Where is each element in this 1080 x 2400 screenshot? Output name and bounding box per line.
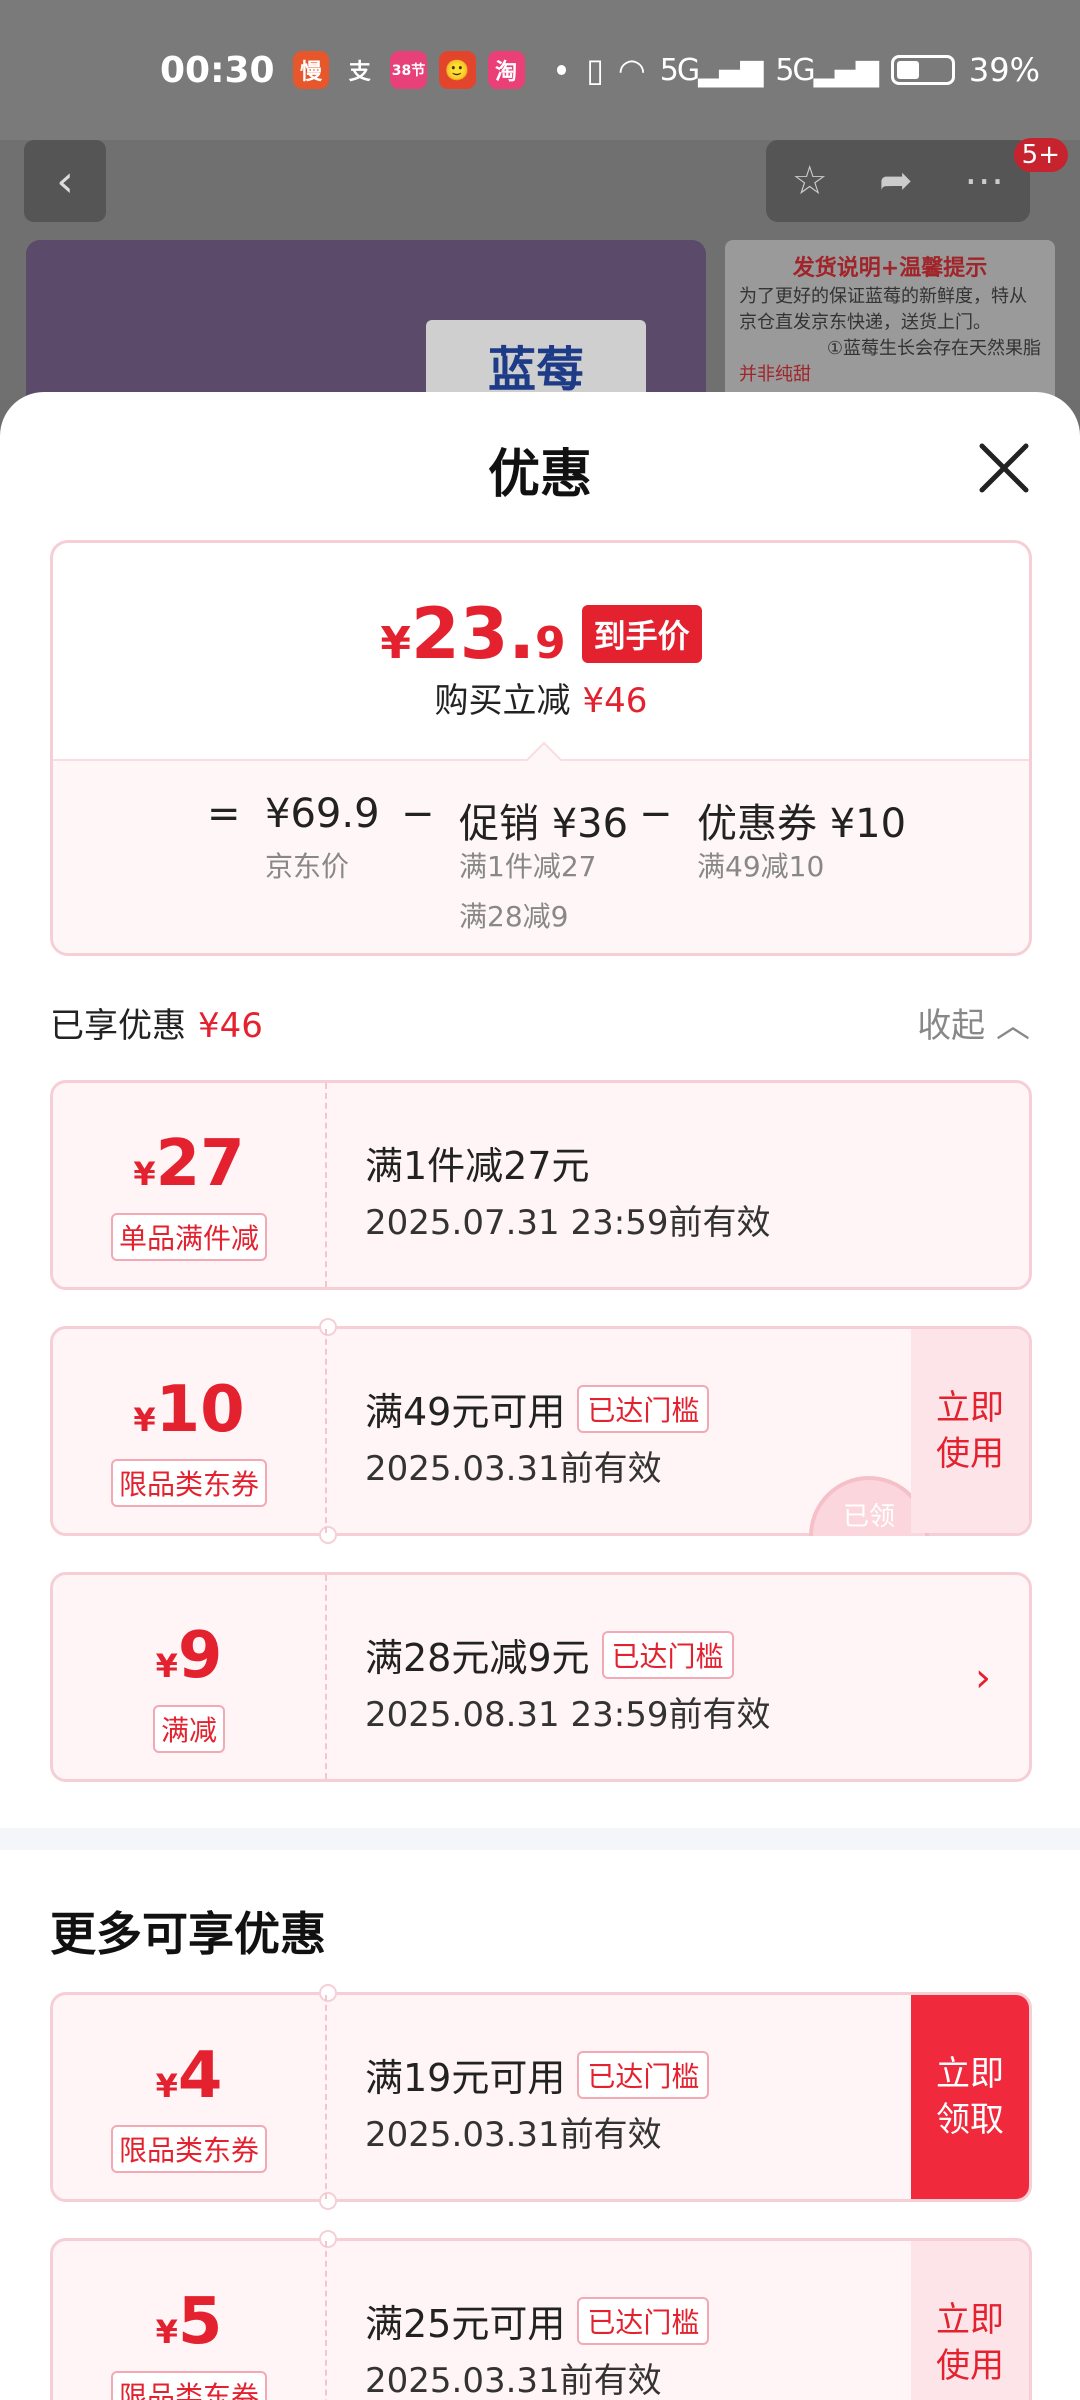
coupon-value: ¥27 — [133, 1127, 245, 1201]
equals-sign: = — [207, 791, 241, 837]
coupon-value: ¥4 — [155, 2039, 223, 2113]
battery-icon — [890, 55, 955, 85]
coupon-value: ¥5 — [155, 2285, 223, 2359]
coupon-type: 单品满件减 — [110, 1213, 268, 1261]
coupon-card[interactable]: ¥9 满减 满28元减9元 已达门槛 2025.08.31 23:59前有效 › — [50, 1572, 1032, 1782]
signal-icon-2: 5G▂▄▆ — [775, 52, 879, 88]
coupon-card: ¥4 限品类东券 满19元可用 已达门槛 2025.03.31前有效 立即 领取 — [50, 1984, 1032, 2210]
chevron-left-icon: ‹ — [56, 155, 74, 207]
wifi-icon: ◠ — [617, 51, 646, 89]
promo-amount: 促销 ¥36 — [459, 801, 629, 847]
coupon-type: 限品类东券 — [110, 2125, 268, 2173]
coupon-type: 满减 — [152, 1705, 226, 1753]
jd-price: ¥69.9 — [265, 791, 380, 837]
more-notifications-icon — [556, 65, 567, 75]
banner-text: 为了更好的保证蓝莓的新鲜度，特从京仓直发京东快递，送货上门。 — [739, 286, 1027, 333]
coupon-type: 限品类东券 — [110, 2371, 268, 2400]
coupon-rule: 满19元可用 已达门槛 — [365, 2047, 710, 2102]
jd-price-label: 京东价 — [265, 850, 350, 883]
coupon-card: ¥10 限品类东券 满49元可用 已达门槛 2025.03.31前有效 已领 立即… — [50, 1318, 1032, 1544]
coupon-rule: 满49减10 — [697, 850, 825, 883]
signal-icon: 5G▂▄▆ — [659, 52, 764, 88]
coupon-value: ¥9 — [155, 1619, 223, 1693]
page-actions: ☆ ➦ ⋯ — [766, 140, 1030, 222]
banner-note: ①蓝莓生长会存在天然果脂 — [826, 338, 1041, 359]
more-icon[interactable]: ⋯ — [964, 158, 1004, 204]
coupon-value: ¥10 — [133, 1373, 245, 1447]
back-button[interactable]: ‹ — [24, 140, 106, 222]
use-now-button[interactable]: 立即 使用 — [911, 2241, 1029, 2400]
collapse-button[interactable]: 收起 ︿ — [917, 998, 1030, 1047]
coupon-type: 限品类东券 — [110, 1459, 268, 1507]
coupon-expiry: 2025.08.31 23:59前有效 — [365, 1695, 771, 1735]
minus-sign: − — [401, 791, 435, 837]
close-button[interactable] — [974, 438, 1034, 498]
final-price-tag: 到手价 — [581, 605, 702, 663]
use-now-button[interactable]: 立即 使用 — [911, 1329, 1029, 1533]
taobao-icon: 淘 — [487, 51, 525, 89]
coupon-rule: 满28元减9元 已达门槛 — [365, 1627, 734, 1682]
share-icon[interactable]: ➦ — [879, 158, 913, 204]
promo-rule-2: 满28减9 — [459, 900, 569, 933]
app-notification-icon: 慢 — [292, 51, 330, 89]
status-time: 00:30 — [160, 49, 275, 91]
more-discounts-title: 更多可享优惠 — [50, 1907, 326, 1961]
price-summary-card: ¥ 23. 9 到手价 购买立减 ¥46 = ¥69.9 京东价 − 促销 ¥36… — [50, 540, 1032, 956]
threshold-met-badge: 已达门槛 — [577, 2050, 710, 2099]
banner-title: 发货说明+温馨提示 — [792, 256, 988, 281]
section-divider — [0, 1828, 1080, 1850]
coupon-expiry: 2025.03.31前有效 — [365, 2361, 662, 2400]
threshold-met-badge: 已达门槛 — [601, 1630, 734, 1679]
app-face-icon: 🙂 — [438, 51, 476, 89]
enjoyed-discount: 已享优惠 ¥46 — [50, 1006, 263, 1046]
alipay-icon: 支 — [348, 60, 371, 85]
coupon-expiry: 2025.07.31 23:59前有效 — [365, 1203, 771, 1243]
message-badge: 5+ — [1013, 138, 1068, 172]
coupon-card: ¥27 单品满件减 满1件减27元 2025.07.31 23:59前有效 — [50, 1080, 1032, 1290]
final-price: ¥ 23. 9 到手价 — [53, 593, 1029, 675]
background-page: ‹ ☆ ➦ ⋯ 5+ 蓝莓 发货说明+温馨提示 为了更好的保证蓝莓的新鲜度，特从… — [0, 138, 1080, 420]
coupon-card: ¥5 限品类东券 满25元可用 已达门槛 2025.03.31前有效 立即 使用 — [50, 2230, 1032, 2400]
status-bar: 00:30 慢 支 38节 🙂 淘 ▯ ◠ 5G▂▄▆ 5G▂▄▆ 39% — [0, 0, 1080, 140]
banner-note-2: 并非纯甜 — [739, 364, 811, 385]
sheet-title: 优惠 — [487, 445, 592, 505]
claim-now-button[interactable]: 立即 领取 — [911, 1995, 1029, 2199]
discount-sheet: 优惠 ¥ 23. 9 到手价 购买立减 ¥46 = ¥69.9 京东价 − 促销 … — [0, 392, 1080, 2400]
promo-rule-1: 满1件减27 — [459, 850, 597, 883]
coupon-amount: 优惠券 ¥10 — [697, 801, 907, 847]
coupon-rule: 满25元可用 已达门槛 — [365, 2293, 710, 2348]
instant-discount: 购买立减 ¥46 — [434, 681, 648, 721]
vibrate-icon: ▯ — [586, 51, 604, 89]
minus-sign: − — [639, 791, 673, 837]
coupon-expiry: 2025.03.31前有效 — [365, 2115, 662, 2155]
close-icon — [979, 443, 1029, 493]
star-icon[interactable]: ☆ — [792, 158, 828, 204]
coupon-expiry: 2025.03.31前有效 — [365, 1449, 662, 1489]
chevron-right-icon[interactable]: › — [975, 1655, 991, 1701]
threshold-met-badge: 已达门槛 — [577, 2296, 710, 2345]
battery-level: 39% — [968, 51, 1040, 89]
threshold-met-badge: 已达门槛 — [577, 1384, 710, 1433]
promo-app-icon: 38节 — [390, 51, 427, 89]
coupon-rule: 满49元可用 已达门槛 — [365, 1381, 710, 1436]
coupon-rule: 满1件减27元 — [365, 1144, 590, 1188]
